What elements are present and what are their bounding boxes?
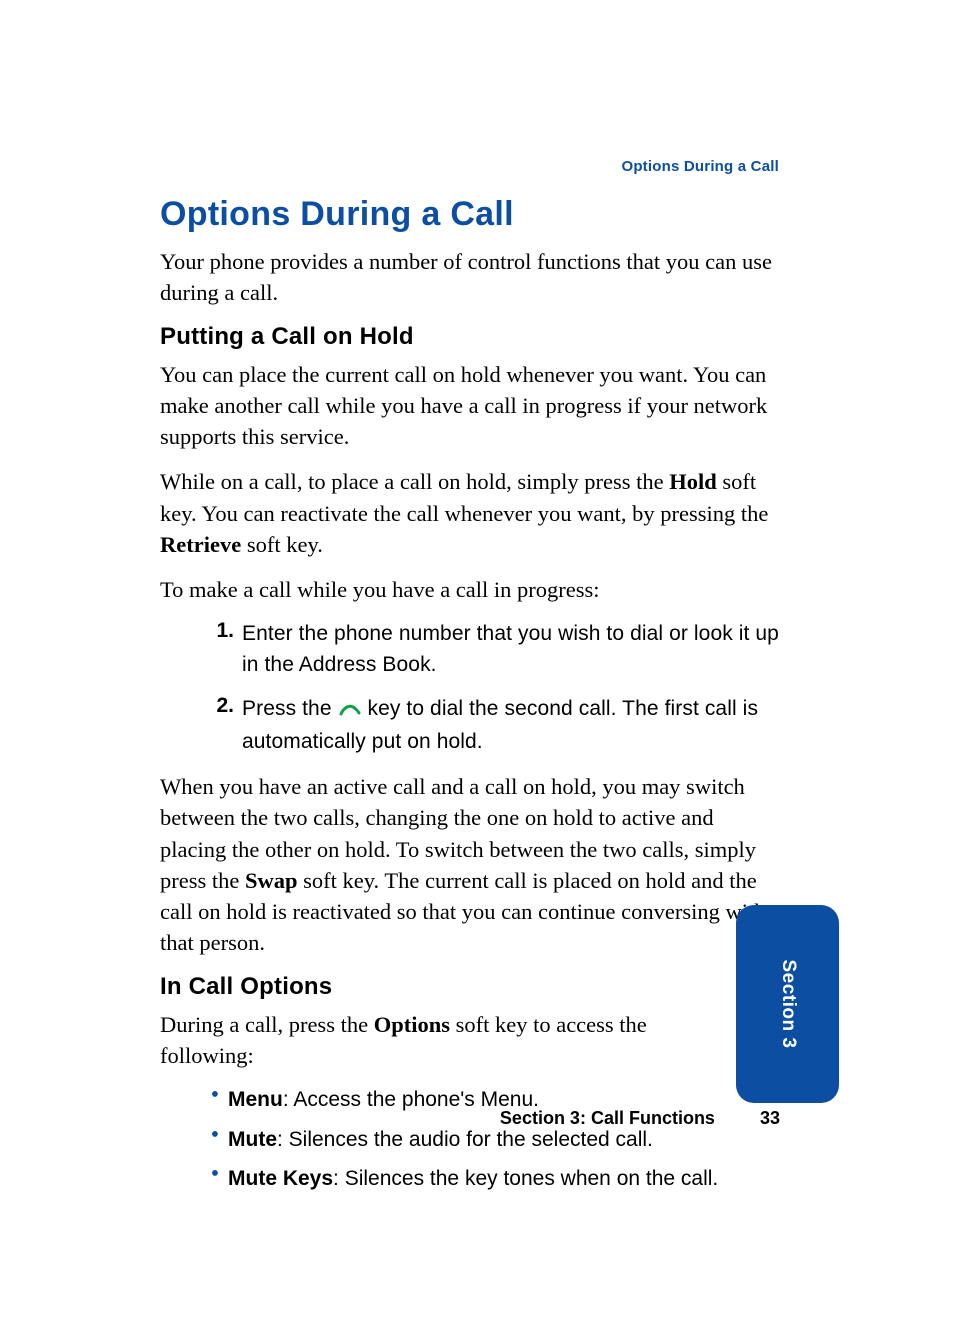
step-1: 1. Enter the phone number that you wish … [160,619,780,680]
content: Options During a Call Your phone provide… [160,195,780,1203]
step-2: 2. Press the key to dial the second call… [160,694,780,757]
step-number: 2. [206,694,234,718]
bullet-icon: • [206,1164,224,1185]
subheading-hold: Putting a Call on Hold [160,323,780,351]
section-tab: Section 3 [736,905,839,1103]
hold-paragraph-1: You can place the current call on hold w… [160,359,780,453]
running-header: Options During a Call [621,158,779,175]
bullet-text: Mute: Silences the audio for the selecte… [228,1125,780,1154]
hold-paragraph-4: When you have an active call and a call … [160,771,780,959]
page: Options During a Call Options During a C… [0,0,954,1319]
hold-paragraph-3: To make a call while you have a call in … [160,574,780,605]
section-tab-label: Section 3 [777,960,799,1049]
bullet-item: • Mute: Silences the audio for the selec… [160,1125,780,1154]
step-number: 1. [206,619,234,643]
bullet-text: Mute Keys: Silences the key tones when o… [228,1164,780,1193]
steps-list: 1. Enter the phone number that you wish … [160,619,780,757]
subheading-options: In Call Options [160,973,780,1001]
intro-paragraph: Your phone provides a number of control … [160,246,780,309]
options-paragraph: During a call, press the Options soft ke… [160,1009,700,1072]
call-key-icon [338,696,362,726]
step-text: Enter the phone number that you wish to … [242,619,780,680]
bullet-icon: • [206,1085,224,1106]
page-number: 33 [760,1108,780,1129]
page-footer: Section 3: Call Functions 33 [160,1108,780,1129]
footer-section: Section 3: Call Functions [500,1108,715,1128]
hold-paragraph-2: While on a call, to place a call on hold… [160,466,780,560]
bullet-list: • Menu: Access the phone's Menu. • Mute:… [160,1085,780,1193]
step-text: Press the key to dial the second call. T… [242,694,780,757]
section-title: Options During a Call [160,195,780,234]
bullet-item: • Mute Keys: Silences the key tones when… [160,1164,780,1193]
